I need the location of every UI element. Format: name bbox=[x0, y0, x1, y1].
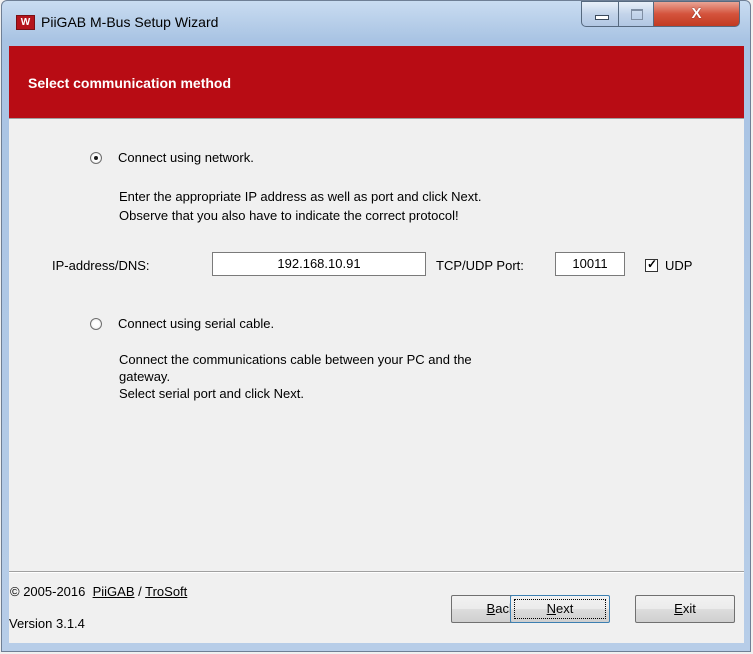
serial-description-line3: Select serial port and click Next. bbox=[119, 386, 304, 401]
banner-divider bbox=[9, 118, 744, 119]
footer-divider-highlight bbox=[9, 572, 744, 573]
serial-radio-label[interactable]: Connect using serial cable. bbox=[118, 316, 274, 331]
wizard-client-area: Select communication method Connect usin… bbox=[9, 46, 744, 643]
ip-address-label: IP-address/DNS: bbox=[52, 258, 150, 273]
minimize-icon bbox=[595, 15, 609, 20]
ip-address-input[interactable]: 192.168.10.91 bbox=[212, 252, 426, 276]
piigab-link[interactable]: PiiGAB bbox=[93, 584, 135, 599]
title-bar[interactable]: W PiiGAB M-Bus Setup Wizard X bbox=[0, 0, 753, 46]
window-title: PiiGAB M-Bus Setup Wizard bbox=[41, 14, 219, 30]
network-radio-option[interactable]: Connect using network. bbox=[90, 150, 254, 165]
port-label: TCP/UDP Port: bbox=[436, 258, 524, 273]
maximize-button[interactable] bbox=[618, 1, 654, 27]
exit-label-rest: xit bbox=[682, 601, 696, 616]
next-button[interactable]: Next bbox=[510, 595, 610, 623]
udp-label[interactable]: UDP bbox=[665, 258, 692, 273]
close-icon: X bbox=[691, 5, 702, 22]
link-separator: / bbox=[138, 584, 142, 599]
serial-radio[interactable] bbox=[90, 317, 102, 330]
trosoft-link[interactable]: TroSoft bbox=[145, 584, 187, 599]
version-label: Version 3.1.4 bbox=[9, 616, 85, 631]
network-radio[interactable] bbox=[90, 151, 102, 164]
copyright-text: © 2005-2016 PiiGAB / TroSoft bbox=[10, 584, 187, 599]
wizard-window: W PiiGAB M-Bus Setup Wizard X Select com… bbox=[0, 0, 753, 654]
serial-description-line1: Connect the communications cable between… bbox=[119, 352, 472, 367]
serial-radio-option[interactable]: Connect using serial cable. bbox=[90, 316, 274, 331]
port-input[interactable]: 10011 bbox=[555, 252, 625, 276]
serial-description-line2: gateway. bbox=[119, 369, 171, 384]
copyright-prefix: © 2005-2016 bbox=[10, 584, 86, 599]
network-description-line2: Observe that you also have to indicate t… bbox=[119, 208, 459, 223]
focus-rectangle bbox=[514, 599, 606, 619]
app-icon: W bbox=[16, 15, 35, 30]
minimize-button[interactable] bbox=[581, 1, 619, 27]
checkmark-icon: ✓ bbox=[647, 257, 658, 271]
network-description-line1: Enter the appropriate IP address as well… bbox=[119, 189, 482, 204]
header-banner: Select communication method bbox=[9, 46, 744, 118]
udp-checkbox[interactable]: ✓ bbox=[645, 257, 658, 272]
exit-button[interactable]: Exit bbox=[635, 595, 735, 623]
back-mnemonic: B bbox=[486, 601, 496, 616]
exit-mnemonic: E bbox=[674, 601, 683, 616]
maximize-icon bbox=[631, 9, 643, 20]
network-radio-label[interactable]: Connect using network. bbox=[118, 150, 254, 165]
page-title: Select communication method bbox=[28, 75, 232, 91]
close-button[interactable]: X bbox=[653, 1, 740, 27]
